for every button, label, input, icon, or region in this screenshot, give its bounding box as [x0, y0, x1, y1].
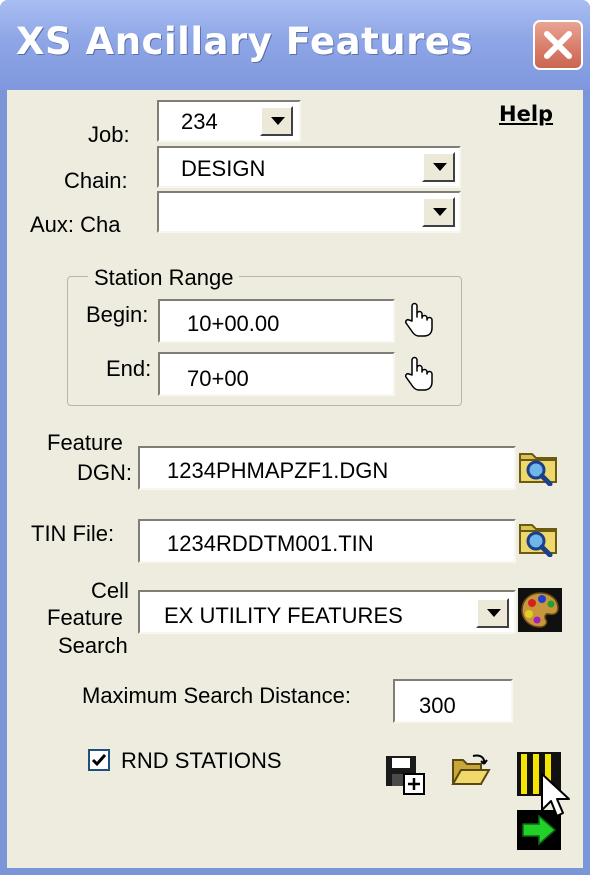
feature-dgn-value: 1234PHMAPZF1.DGN [167, 458, 389, 483]
max-search-distance-value: 300 [419, 693, 456, 718]
job-value: 234 [181, 109, 218, 134]
begin-station-value: 10+00.00 [187, 311, 280, 336]
max-search-distance-input[interactable]: 300 [393, 679, 513, 723]
cell-feature-search-dropdown[interactable]: EX UTILITY FEATURES [138, 590, 516, 634]
open-folder-icon[interactable] [451, 754, 491, 788]
title-bar[interactable]: XS Ancillary Features [0, 0, 590, 90]
window-title: XS Ancillary Features [16, 20, 473, 63]
job-label: Job: [88, 122, 130, 147]
palette-icon[interactable] [518, 588, 562, 632]
station-range-title: Station Range [88, 265, 240, 291]
cell-label-line1: Cell [91, 578, 129, 603]
aux-chain-label: Aux: Cha [30, 212, 121, 237]
save-new-icon[interactable] [384, 754, 426, 796]
aux-chain-dropdown[interactable] [157, 191, 461, 233]
chain-dropdown-button[interactable] [422, 152, 455, 182]
pointer-hand-icon[interactable] [403, 356, 433, 392]
close-button[interactable] [533, 20, 583, 70]
dialog-window: XS Ancillary Features Help Job: 234 Chai… [0, 0, 590, 875]
chain-value: DESIGN [181, 156, 266, 181]
tin-file-label: TIN File: [31, 521, 115, 546]
cell-label-line3: Search [58, 633, 128, 658]
help-link[interactable]: Help [499, 102, 553, 126]
cell-label-line2: Feature [47, 605, 123, 630]
mouse-cursor-icon [541, 773, 570, 817]
end-station-input[interactable]: 70+00 [158, 352, 395, 396]
folder-search-icon[interactable] [518, 446, 560, 486]
tin-file-value: 1234RDDTM001.TIN [167, 531, 374, 556]
begin-station-input[interactable]: 10+00.00 [158, 299, 395, 343]
job-dropdown[interactable]: 234 [157, 100, 301, 142]
end-station-value: 70+00 [187, 366, 249, 391]
close-icon [544, 31, 572, 59]
rnd-stations-label: RND STATIONS [121, 748, 282, 773]
tin-file-input[interactable]: 1234RDDTM001.TIN [138, 519, 516, 563]
chain-label: Chain: [64, 168, 128, 193]
feature-dgn-label-line1: Feature [47, 430, 123, 455]
cell-feature-dropdown-button[interactable] [476, 598, 509, 628]
max-search-distance-label: Maximum Search Distance: [82, 683, 351, 708]
feature-dgn-input[interactable]: 1234PHMAPZF1.DGN [138, 446, 516, 490]
chain-dropdown[interactable]: DESIGN [157, 146, 461, 188]
checkmark-icon [91, 754, 107, 767]
begin-label: Begin: [86, 302, 149, 327]
end-label: End: [106, 356, 152, 381]
job-dropdown-button[interactable] [260, 106, 293, 136]
feature-dgn-label-line2: DGN: [77, 460, 132, 485]
rnd-stations-checkbox[interactable] [88, 749, 110, 771]
pointer-hand-icon[interactable] [403, 302, 433, 338]
folder-search-icon[interactable] [518, 517, 560, 557]
cell-feature-search-value: EX UTILITY FEATURES [164, 603, 403, 628]
aux-chain-dropdown-button[interactable] [422, 197, 455, 227]
